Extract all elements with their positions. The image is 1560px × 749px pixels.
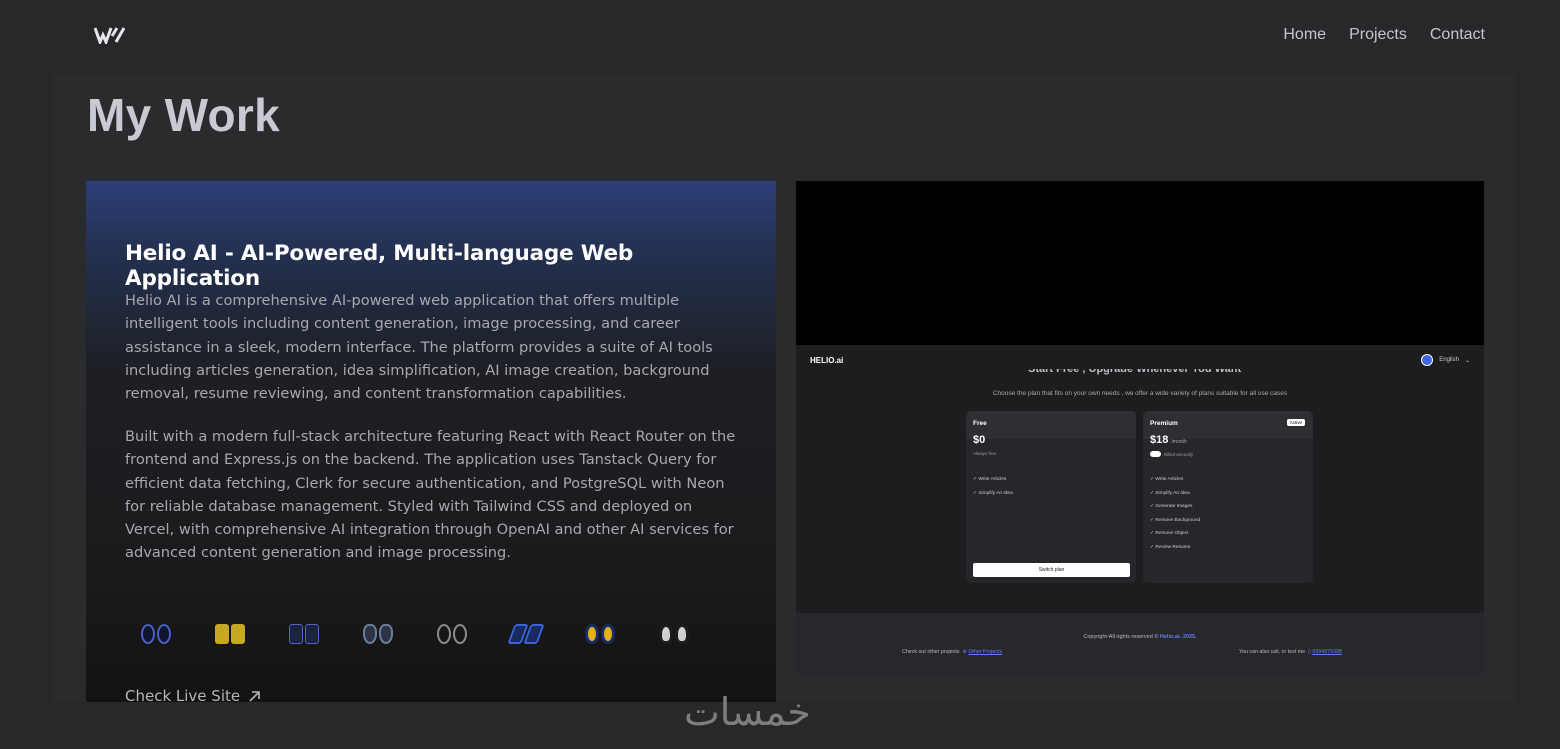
copyright-text: Copyright-All rights reserved © Helio.ai… bbox=[1083, 634, 1197, 640]
my-work-section: My Work Helio AI - AI-Powered, Multi-lan… bbox=[52, 74, 1516, 702]
language-label: English bbox=[1439, 357, 1459, 363]
nav-home[interactable]: Home bbox=[1283, 26, 1326, 44]
helio-app-preview: HELIO.ai English ⌄ Start Free , Upgrade … bbox=[796, 345, 1484, 676]
contact-text: You can also call, or text me ▯ 09948753… bbox=[1239, 649, 1342, 655]
language-selector: English ⌄ bbox=[1421, 354, 1470, 366]
clerk-icon bbox=[585, 622, 615, 646]
plan-name: Free bbox=[973, 420, 987, 427]
tailwind-icon bbox=[507, 622, 545, 646]
list-item: ✓ Remove Object bbox=[1150, 531, 1189, 536]
live-site-label: Check Live Site bbox=[125, 687, 241, 702]
openai-icon bbox=[437, 622, 467, 646]
plan-price: $0 bbox=[973, 434, 986, 446]
check-live-site-link[interactable]: Check Live Site bbox=[125, 687, 261, 702]
preview-hero-title: Start Free , Upgrade Whenever You Want bbox=[1028, 369, 1242, 375]
postgresql-icon bbox=[363, 622, 393, 646]
plan-card-premium: Premium Active $18 /month Billed annuall… bbox=[1143, 411, 1313, 583]
project-tech-description: Built with a modern full-stack architect… bbox=[125, 428, 736, 562]
list-item: ✓ Remove Background bbox=[1150, 517, 1201, 523]
nav-projects[interactable]: Projects bbox=[1349, 26, 1407, 44]
main-nav: Home Projects Contact bbox=[1283, 26, 1485, 44]
tech-stack-icons bbox=[141, 622, 689, 646]
phone-icon: ▯ bbox=[1308, 649, 1311, 655]
express-icon bbox=[289, 622, 319, 646]
phone-link: 0994875398 bbox=[1312, 649, 1342, 655]
project-description: Helio AI is a comprehensive AI-powered w… bbox=[125, 292, 713, 403]
preview-subtitle: Choose the plan that fits on your own ne… bbox=[992, 390, 1288, 397]
javascript-icon bbox=[215, 622, 245, 646]
brand-logo-icon[interactable] bbox=[94, 26, 130, 44]
globe-icon: ⊕ bbox=[962, 649, 967, 655]
plan-features: ✓ Write Articles ✓ Simplify An Idea ✓ Ge… bbox=[1150, 473, 1200, 554]
switch-plan-button: Switch plan bbox=[973, 563, 1130, 577]
other-projects-text: Check out other projects ⊕ Other Project… bbox=[902, 649, 1003, 655]
react-icon bbox=[141, 622, 171, 646]
avatar bbox=[1421, 354, 1434, 366]
billing-toggle bbox=[1150, 451, 1161, 457]
page-title: My Work bbox=[87, 89, 280, 141]
list-item: ✓ Simplify An Idea bbox=[1150, 490, 1190, 496]
preview-logo: HELIO.ai bbox=[810, 355, 844, 365]
project-screenshot: HELIO.ai English ⌄ Start Free , Upgrade … bbox=[796, 181, 1484, 676]
status-badge: Active bbox=[1286, 419, 1305, 426]
preview-footer: Copyright-All rights reserved © Helio.ai… bbox=[796, 613, 1484, 676]
list-item: ✓ Write Articles bbox=[973, 477, 1007, 482]
project-title: Helio AI - AI-Powered, Multi-language We… bbox=[125, 241, 634, 291]
nav-contact[interactable]: Contact bbox=[1430, 26, 1485, 44]
project-card: Helio AI - AI-Powered, Multi-language We… bbox=[86, 181, 776, 702]
list-item: ✓ Simplify An Idea bbox=[973, 490, 1013, 496]
plan-note: Always free bbox=[973, 451, 997, 456]
list-item: ✓ Generate Images bbox=[1150, 504, 1193, 509]
plan-name: Premium bbox=[1150, 420, 1178, 427]
plan-features: ✓ Write Articles ✓ Simplify An Idea bbox=[973, 473, 1013, 500]
chevron-down-icon: ⌄ bbox=[1464, 357, 1470, 364]
list-item: ✓ Write Articles bbox=[1150, 477, 1184, 482]
neon-icon bbox=[659, 622, 689, 646]
watermark-logo: خمسات bbox=[684, 690, 811, 734]
plan-card-free: Free $0 Always free ✓ Write Articles ✓ S… bbox=[966, 411, 1136, 583]
other-projects-link: Other Projects bbox=[968, 649, 1003, 655]
plan-price: $18 /month bbox=[1150, 434, 1187, 446]
list-item: ✓ Review Resume bbox=[1150, 544, 1191, 550]
top-navigation: Home Projects Contact bbox=[0, 0, 1560, 74]
external-arrow-icon bbox=[249, 690, 260, 702]
plan-note: Billed annually bbox=[1150, 451, 1193, 457]
